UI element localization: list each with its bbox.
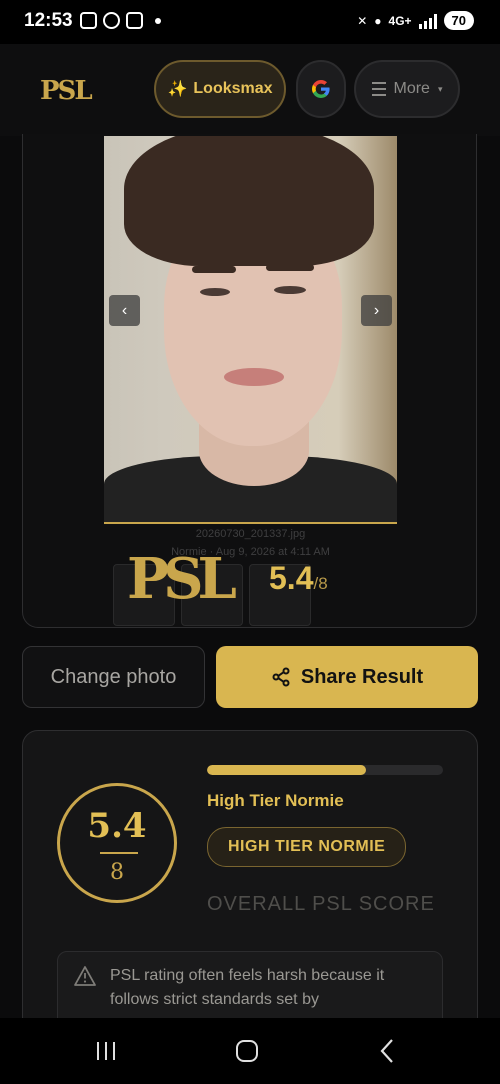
warning-icon (74, 966, 96, 986)
status-notification-icons (80, 12, 161, 29)
app-logo[interactable]: PSL (40, 76, 93, 106)
share-result-button[interactable]: Share Result (216, 646, 478, 708)
home-button[interactable] (236, 1040, 258, 1062)
signal-icon (418, 13, 437, 29)
menu-icon (371, 82, 386, 96)
info-text: PSL rating often feels harsh because it … (110, 967, 385, 1008)
photo-filename: 20260730_201337.jpg (195, 528, 306, 540)
more-menu-button[interactable]: More ▾ (354, 60, 460, 118)
watermark-logo: PSL (127, 546, 237, 612)
status-time: 12:53 (24, 10, 73, 31)
battery-indicator: 70 (443, 11, 474, 30)
score-progress-bar (207, 765, 443, 775)
screenshot-icon (80, 12, 97, 29)
more-label: More (393, 80, 430, 97)
next-photo-button[interactable]: › (361, 295, 392, 326)
chevron-right-icon: › (373, 301, 380, 319)
recent-apps-button[interactable] (97, 1042, 115, 1060)
score-progress-fill (207, 765, 367, 775)
looksmax-button[interactable]: ✨ Looksmax (154, 60, 286, 118)
user-photo: ‹ › (104, 136, 397, 522)
looksmax-label: Looksmax (193, 80, 273, 97)
score-max: 8 (110, 860, 124, 885)
status-bar: 12:53 ✕ ● 4G+ 70 (0, 0, 500, 44)
score-divider (100, 852, 138, 854)
back-button[interactable] (378, 1038, 396, 1064)
system-nav-bar (0, 1018, 500, 1084)
overall-score-label: OVERALL PSL SCORE (207, 893, 435, 915)
sparkles-icon: ✨ (167, 81, 188, 98)
chevron-left-icon: ‹ (121, 301, 128, 319)
photo-card: ‹ › 20260730_201337.jpg Normie · Aug 9, … (22, 134, 477, 628)
location-icon: ● (374, 13, 382, 28)
watermark-score: 5.4/8 (269, 560, 328, 596)
score-circle: 5.4 8 (57, 783, 177, 903)
score-card: 5.4 8 High Tier Normie HIGH TIER NORMIE … (22, 730, 478, 1060)
share-label: Share Result (300, 665, 424, 688)
more-notifications-icon (155, 17, 161, 24)
status-system-icons: ✕ ● 4G+ 70 (357, 11, 474, 30)
app-icon (103, 12, 120, 29)
photo-divider (104, 522, 397, 524)
network-type: 4G+ (388, 13, 412, 28)
google-button[interactable] (296, 60, 346, 118)
previous-photo-button[interactable]: ‹ (109, 295, 140, 326)
mute-icon: ✕ (357, 13, 368, 28)
share-icon (272, 667, 290, 687)
google-icon (312, 80, 330, 98)
tier-title: High Tier Normie (207, 791, 344, 810)
instagram-icon (126, 12, 143, 29)
tier-badge: HIGH TIER NORMIE (207, 827, 407, 867)
chevron-down-icon: ▾ (437, 83, 443, 94)
score-value: 5.4 (87, 806, 147, 846)
change-photo-button[interactable]: Change photo (22, 646, 205, 708)
